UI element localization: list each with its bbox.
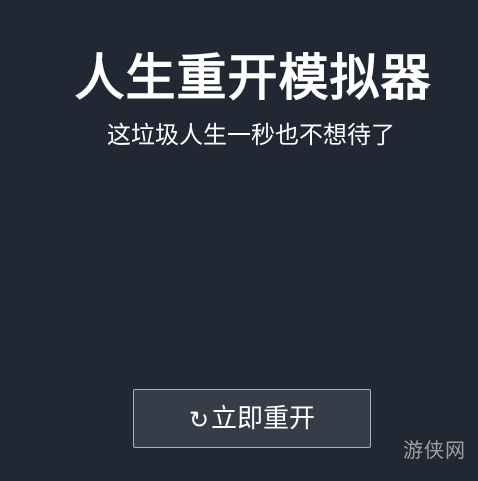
page-subtitle: 这垃圾人生一秒也不想待了	[107, 121, 395, 149]
restart-button[interactable]: ↻ 立即重开	[133, 389, 371, 448]
restart-icon: ↻	[188, 405, 210, 434]
restart-button-label: 立即重开	[211, 403, 316, 434]
watermark-logo: 游侠网	[403, 438, 466, 462]
app-screen: 人生重开模拟器 这垃圾人生一秒也不想待了 ↻ 立即重开 游侠网	[0, 0, 478, 481]
page-title: 人生重开模拟器	[74, 49, 432, 107]
